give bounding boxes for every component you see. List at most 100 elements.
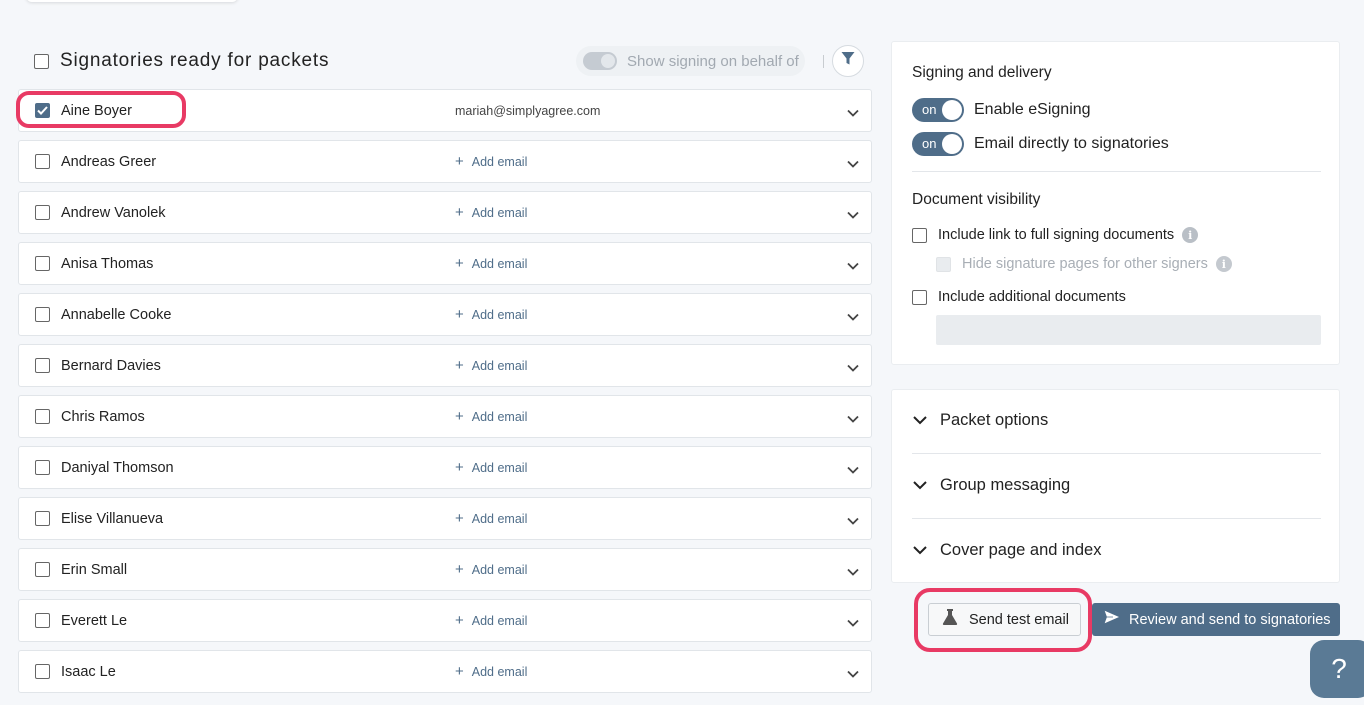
signatory-row[interactable]: Isaac Le + Add email (18, 650, 872, 693)
review-send-button[interactable]: Review and send to signatories (1092, 603, 1340, 636)
signatory-checkbox[interactable] (35, 511, 50, 526)
plus-icon: + (455, 357, 464, 374)
include-additional-row[interactable]: Include additional documents (912, 289, 1126, 305)
hide-pages-checkbox (936, 256, 951, 272)
document-visibility-title: Document visibility (912, 191, 1041, 208)
add-email-label: Add email (471, 307, 528, 322)
add-email-label: Add email (471, 562, 528, 577)
signatory-checkbox[interactable] (35, 460, 50, 475)
chevron-down-icon[interactable] (847, 206, 859, 224)
signatory-checkbox[interactable] (35, 103, 50, 118)
select-all-checkbox[interactable] (34, 53, 49, 69)
options-card: Packet options Group messaging Cover pag… (891, 389, 1340, 583)
signing-delivery-title: Signing and delivery (912, 64, 1052, 81)
settings-card: Signing and delivery on Enable eSigning … (891, 41, 1340, 365)
signatory-checkbox[interactable] (35, 154, 50, 169)
add-email-label: Add email (471, 409, 528, 424)
filter-button[interactable] (832, 45, 864, 77)
signatory-row[interactable]: Bernard Davies + Add email (18, 344, 872, 387)
toggle-on-text: on (922, 136, 937, 151)
plus-icon: + (455, 561, 464, 578)
add-email-link[interactable]: + Add email (455, 664, 527, 679)
signatory-checkbox[interactable] (35, 664, 50, 679)
email-direct-toggle-row[interactable]: on Email directly to signatories (912, 132, 1169, 156)
esigning-label: Enable eSigning (974, 101, 1091, 118)
list-header: Signatories ready for packets Show signi… (34, 45, 864, 77)
signatory-row[interactable]: Daniyal Thomson + Add email (18, 446, 872, 489)
include-additional-checkbox[interactable] (912, 289, 927, 305)
signatory-row[interactable]: Erin Small + Add email (18, 548, 872, 591)
signatory-row[interactable]: Chris Ramos + Add email (18, 395, 872, 438)
chevron-down-icon[interactable] (847, 359, 859, 377)
chevron-down-icon[interactable] (847, 563, 859, 581)
show-on-behalf-toggle[interactable]: Show signing on behalf of (576, 46, 805, 76)
signatory-name: Chris Ramos (61, 408, 145, 425)
signatory-row[interactable]: Andrew Vanolek + Add email (18, 191, 872, 234)
esigning-toggle[interactable]: on (912, 98, 964, 122)
add-email-link[interactable]: + Add email (455, 256, 527, 271)
add-email-link[interactable]: + Add email (455, 460, 527, 475)
signatory-name: Daniyal Thomson (61, 459, 174, 476)
add-email-link[interactable]: + Add email (455, 307, 527, 322)
filter-icon (841, 51, 855, 71)
chevron-down-icon[interactable] (847, 665, 859, 683)
chevron-down-icon[interactable] (847, 410, 859, 428)
behalf-toggle-label: Show signing on behalf of (627, 52, 799, 70)
include-link-row[interactable]: Include link to full signing documents i (912, 227, 1199, 243)
add-email-link[interactable]: + Add email (455, 511, 527, 526)
add-email-link[interactable]: + Add email (455, 409, 527, 424)
signatory-checkbox[interactable] (35, 307, 50, 322)
top-card-stub (26, 0, 238, 2)
send-test-email-button[interactable]: Send test email (928, 603, 1081, 636)
signatory-email: mariah@simplyagree.com (455, 103, 601, 118)
chevron-down-icon[interactable] (847, 155, 859, 173)
add-email-link[interactable]: + Add email (455, 358, 527, 373)
signatory-row[interactable]: Annabelle Cooke + Add email (18, 293, 872, 336)
info-icon[interactable]: i (1215, 256, 1232, 272)
email-direct-toggle[interactable]: on (912, 132, 964, 156)
signatory-name: Aine Boyer (61, 102, 132, 119)
signatory-checkbox[interactable] (35, 613, 50, 628)
add-email-link[interactable]: + Add email (455, 613, 527, 628)
esigning-toggle-row[interactable]: on Enable eSigning (912, 98, 1091, 122)
signatory-row[interactable]: Everett Le + Add email (18, 599, 872, 642)
accordion-cover-page[interactable]: Cover page and index (912, 541, 1101, 560)
chevron-down-icon[interactable] (847, 257, 859, 275)
chevron-down-icon[interactable] (847, 308, 859, 326)
accordion-group-messaging[interactable]: Group messaging (912, 476, 1070, 495)
accordion-divider (912, 453, 1321, 454)
question-icon: ? (1331, 653, 1347, 684)
add-email-label: Add email (471, 256, 528, 271)
header-separator (823, 55, 824, 68)
add-email-link[interactable]: + Add email (455, 205, 527, 220)
signatory-checkbox[interactable] (35, 205, 50, 220)
behalf-switch[interactable] (583, 52, 617, 70)
signatory-checkbox[interactable] (35, 256, 50, 271)
signatory-checkbox[interactable] (35, 358, 50, 373)
info-icon[interactable]: i (1182, 227, 1199, 243)
accordion-packet-options[interactable]: Packet options (912, 411, 1048, 430)
toggle-knob (942, 100, 962, 120)
add-email-link[interactable]: + Add email (455, 562, 527, 577)
signatory-checkbox[interactable] (35, 409, 50, 424)
add-email-label: Add email (471, 511, 528, 526)
signatory-row[interactable]: Anisa Thomas + Add email (18, 242, 872, 285)
add-email-label: Add email (471, 664, 528, 679)
signatory-checkbox[interactable] (35, 562, 50, 577)
include-link-checkbox[interactable] (912, 227, 927, 243)
include-additional-label: Include additional documents (938, 289, 1126, 305)
add-email-link[interactable]: + Add email (455, 154, 527, 169)
help-button[interactable]: ? (1310, 640, 1364, 698)
signatory-row[interactable]: Elise Villanueva + Add email (18, 497, 872, 540)
plus-icon: + (455, 510, 464, 527)
chevron-down-icon[interactable] (847, 461, 859, 479)
chevron-down-icon[interactable] (847, 104, 859, 122)
plus-icon: + (455, 204, 464, 221)
chevron-down-icon[interactable] (847, 614, 859, 632)
signatory-name: Bernard Davies (61, 357, 161, 374)
flask-icon (941, 608, 959, 631)
signatory-row[interactable]: Aine Boyer mariah@simplyagree.com (18, 89, 872, 132)
chevron-down-icon (912, 412, 928, 430)
chevron-down-icon[interactable] (847, 512, 859, 530)
signatory-row[interactable]: Andreas Greer + Add email (18, 140, 872, 183)
